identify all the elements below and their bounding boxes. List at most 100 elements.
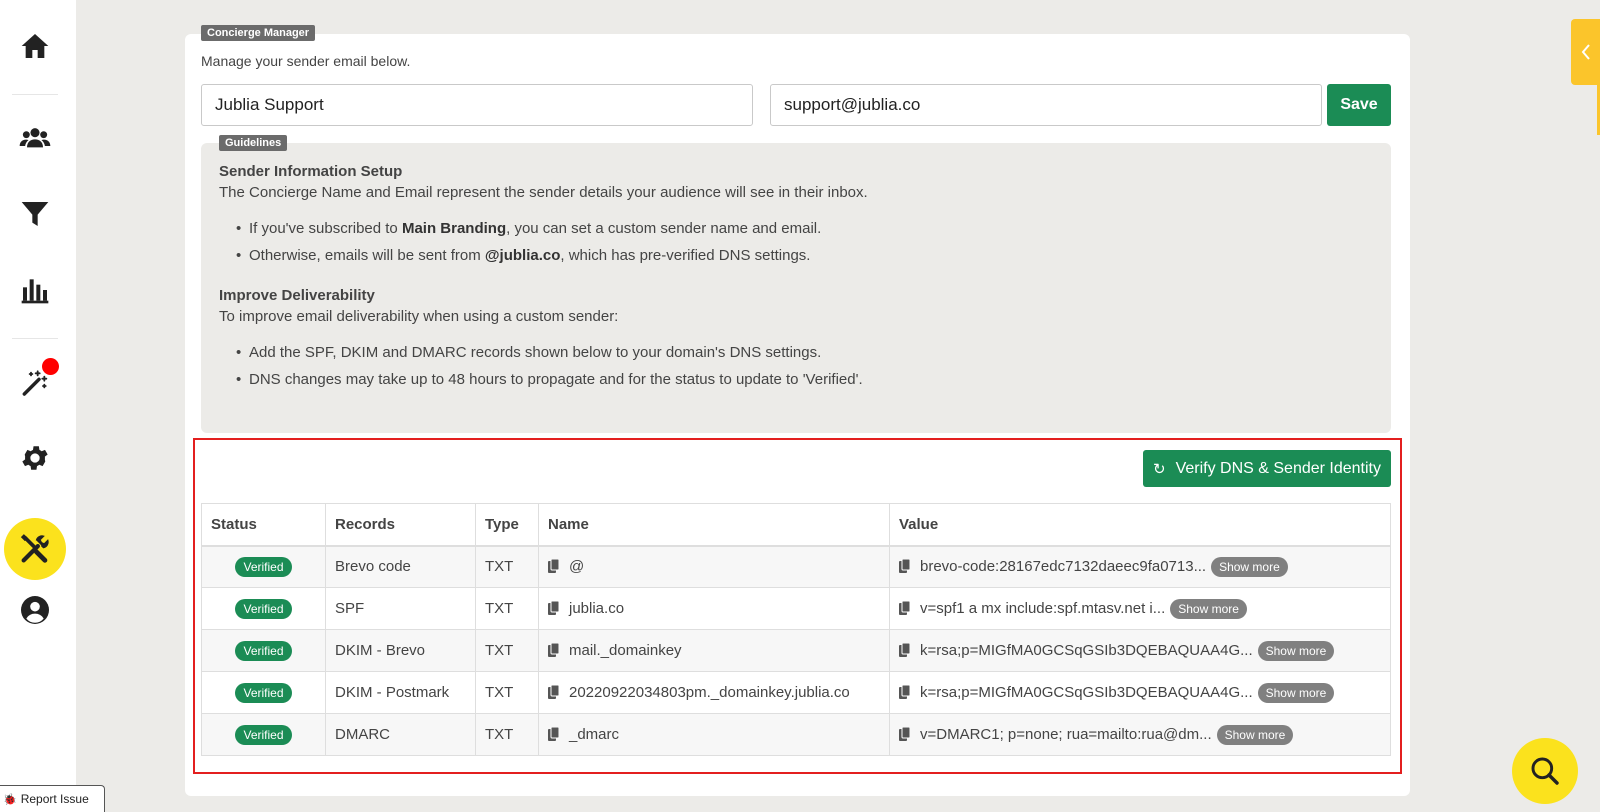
- record-name: 20220922034803pm._domainkey.jublia.co: [569, 684, 850, 701]
- records-cell: DKIM - Postmark: [325, 671, 476, 714]
- record-value: v=DMARC1; p=none; rua=mailto:rua@dm...: [920, 725, 1212, 743]
- copy-icon[interactable]: [899, 600, 910, 615]
- value-cell: v=spf1 a mx include:spf.mtasv.net i... Sh…: [889, 587, 1391, 630]
- bar-chart-icon: [21, 279, 49, 304]
- bug-icon: 🐞: [3, 793, 17, 806]
- sidebar-item-profile[interactable]: [0, 580, 70, 640]
- verify-dns-label: Verify DNS & Sender Identity: [1175, 459, 1381, 477]
- type-cell: TXT: [475, 713, 539, 756]
- status-cell: Verified: [201, 629, 326, 672]
- record-value: brevo-code:28167edc7132daeec9fa0713...: [920, 557, 1207, 575]
- name-cell: _dmarc: [538, 713, 890, 756]
- copy-icon[interactable]: [548, 601, 559, 615]
- status-cell: Verified: [201, 587, 326, 630]
- header-records: Records: [325, 503, 476, 547]
- status-badge: Verified: [235, 640, 292, 661]
- sidebar-divider: [12, 338, 58, 339]
- show-more-button[interactable]: Show more: [1216, 724, 1294, 745]
- records-cell: DKIM - Brevo: [325, 629, 476, 672]
- status-cell: Verified: [201, 671, 326, 714]
- name-cell: 20220922034803pm._domainkey.jublia.co: [538, 671, 890, 714]
- sender-name-input[interactable]: [201, 84, 753, 126]
- record-value: k=rsa;p=MIGfMA0GCSqGSIb3DQEBAQUAA4G...: [920, 683, 1253, 701]
- sidebar-item-tools[interactable]: [4, 518, 66, 580]
- report-issue-label: Report Issue: [20, 792, 89, 806]
- show-more-button[interactable]: Show more: [1211, 556, 1288, 577]
- guidelines-section-title: Sender Information Setup: [219, 163, 403, 180]
- copy-icon[interactable]: [899, 684, 910, 699]
- guideline-item: Add the SPF, DKIM and DMARC records show…: [219, 339, 1373, 366]
- copy-icon[interactable]: [548, 727, 559, 741]
- records-cell: SPF: [325, 587, 476, 630]
- copy-icon[interactable]: [899, 642, 910, 657]
- status-badge: Verified: [235, 682, 292, 703]
- copy-icon[interactable]: [899, 726, 910, 741]
- header-name: Name: [538, 503, 890, 547]
- side-panel-toggle[interactable]: [1571, 19, 1600, 85]
- record-name: @: [569, 558, 585, 576]
- save-button[interactable]: Save: [1327, 84, 1391, 126]
- sidebar-item-filter[interactable]: [0, 184, 70, 244]
- value-cell: k=rsa;p=MIGfMA0GCSqGSIb3DQEBAQUAA4G... Sh…: [889, 629, 1391, 672]
- sidebar-item-home[interactable]: [0, 16, 70, 76]
- record-name: _dmarc: [569, 726, 620, 743]
- records-cell: Brevo code: [325, 545, 476, 588]
- tools-icon: [20, 534, 49, 563]
- record-name: mail._domainkey: [569, 642, 682, 659]
- show-more-button[interactable]: Show more: [1257, 640, 1335, 661]
- guidelines-section-text: To improve email deliverability when usi…: [219, 308, 619, 325]
- copy-icon[interactable]: [899, 558, 910, 573]
- sidebar-item-settings[interactable]: [0, 428, 70, 488]
- table-row: Verified DKIM - Brevo TXT mail._domainkey k=…: [201, 629, 1391, 672]
- value-cell: k=rsa;p=MIGfMA0GCSqGSIb3DQEBAQUAA4G... Sh…: [889, 671, 1391, 714]
- table-row: Verified DKIM - Postmark TXT 20220922034803…: [201, 671, 1391, 714]
- header-value: Value: [889, 503, 1391, 547]
- copy-icon[interactable]: [548, 685, 559, 699]
- name-cell: jublia.co: [538, 587, 890, 630]
- name-cell: @: [538, 545, 890, 588]
- verify-dns-button[interactable]: ↻ Verify DNS & Sender Identity: [1143, 450, 1391, 487]
- sidebar-item-analytics[interactable]: [0, 260, 70, 320]
- guidelines-section-title: Improve Deliverability: [219, 287, 375, 304]
- guidelines-list: If you've subscribed to Main Branding, y…: [219, 215, 1373, 269]
- guideline-item: Otherwise, emails will be sent from @jub…: [219, 242, 1373, 269]
- status-badge: Verified: [235, 724, 292, 745]
- header-status: Status: [201, 503, 326, 547]
- status-cell: Verified: [201, 713, 326, 756]
- sidebar-divider: [12, 94, 58, 95]
- funnel-icon: [21, 202, 49, 226]
- record-name: jublia.co: [569, 600, 625, 617]
- gear-icon: [22, 446, 48, 470]
- guidelines-section-text: The Concierge Name and Email represent t…: [219, 184, 868, 201]
- concierge-subtitle: Manage your sender email below.: [201, 53, 411, 69]
- show-more-button[interactable]: Show more: [1257, 682, 1335, 703]
- record-value: v=spf1 a mx include:spf.mtasv.net i...: [920, 599, 1166, 617]
- sidebar-item-magic[interactable]: [0, 352, 70, 412]
- report-issue-button[interactable]: 🐞 Report Issue: [0, 785, 105, 812]
- header-type: Type: [475, 503, 539, 547]
- dns-records-table: Status Records Type Name Value Verified B…: [201, 503, 1391, 756]
- guideline-item: If you've subscribed to Main Branding, y…: [219, 215, 1373, 242]
- copy-icon[interactable]: [548, 559, 559, 574]
- users-icon: [19, 128, 51, 148]
- status-cell: Verified: [201, 545, 326, 588]
- status-badge: Verified: [235, 598, 292, 619]
- table-row: Verified DMARC TXT _dmarc v=DMARC1; p=none; …: [201, 713, 1391, 756]
- records-cell: DMARC: [325, 713, 476, 756]
- value-cell: brevo-code:28167edc7132daeec9fa0713... Sh…: [889, 545, 1391, 588]
- type-cell: TXT: [475, 545, 539, 588]
- table-row: Verified SPF TXT jublia.co v=spf1 a mx inclu…: [201, 587, 1391, 630]
- sidebar: [0, 0, 76, 812]
- type-cell: TXT: [475, 671, 539, 714]
- home-icon: [21, 34, 49, 58]
- guidelines-tag: Guidelines: [219, 135, 288, 151]
- type-cell: TXT: [475, 629, 539, 672]
- sender-email-input[interactable]: [770, 84, 1322, 126]
- guidelines-list: Add the SPF, DKIM and DMARC records show…: [219, 339, 1373, 393]
- value-cell: v=DMARC1; p=none; rua=mailto:rua@dm... Sh…: [889, 713, 1391, 756]
- show-more-button[interactable]: Show more: [1170, 598, 1247, 619]
- user-circle-icon: [21, 596, 49, 624]
- copy-icon[interactable]: [548, 643, 559, 657]
- search-button[interactable]: [1512, 738, 1578, 804]
- sidebar-item-attendees[interactable]: [0, 108, 70, 168]
